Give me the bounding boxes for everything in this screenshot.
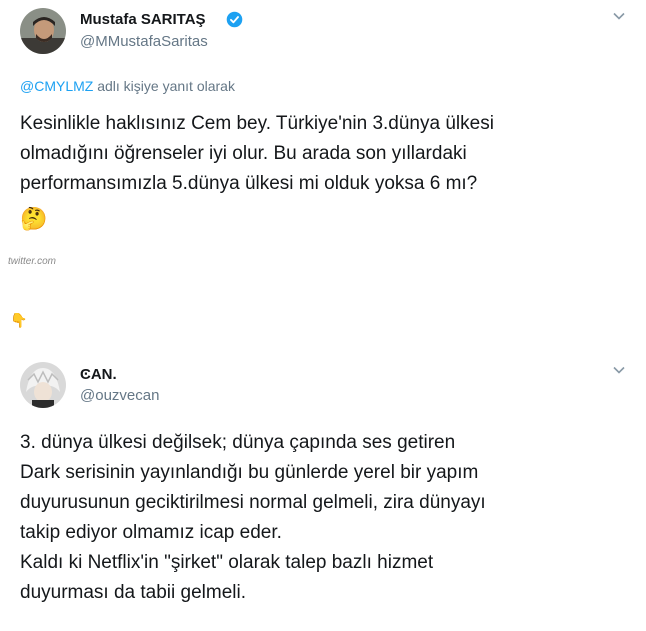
chevron-down-icon[interactable] — [612, 9, 626, 28]
reply-context: @CMYLMZ adlı kişiye yanıt olarak — [20, 78, 235, 94]
chevron-down-icon[interactable] — [612, 363, 626, 382]
author-name[interactable]: ϾAN. — [80, 366, 117, 383]
avatar-can[interactable] — [20, 362, 66, 408]
verified-badge-icon — [226, 11, 243, 28]
author-handle[interactable]: @MMustafaSaritas — [80, 33, 208, 50]
avatar-mustafa[interactable] — [20, 8, 66, 54]
author-name[interactable]: Mustafa SARITAŞ — [80, 11, 206, 28]
reply-mention-link[interactable]: @CMYLMZ — [20, 78, 93, 94]
tweet-text: 3. dünya ülkesi değilsek; dünya çapında … — [20, 432, 486, 603]
watermark: twitter.com — [8, 256, 56, 267]
tweet-text: Kesinlikle haklısınız Cem bey. Türkiye'n… — [20, 113, 494, 194]
pointing-down-emoji: 👇 — [10, 312, 28, 328]
author-handle[interactable]: @ouzvecan — [80, 387, 159, 404]
thinking-face-emoji: 🤔 — [20, 206, 48, 231]
author-name-text[interactable]: Mustafa SARITAŞ — [80, 11, 206, 28]
reply-context-text: adlı kişiye yanıt olarak — [93, 78, 235, 94]
